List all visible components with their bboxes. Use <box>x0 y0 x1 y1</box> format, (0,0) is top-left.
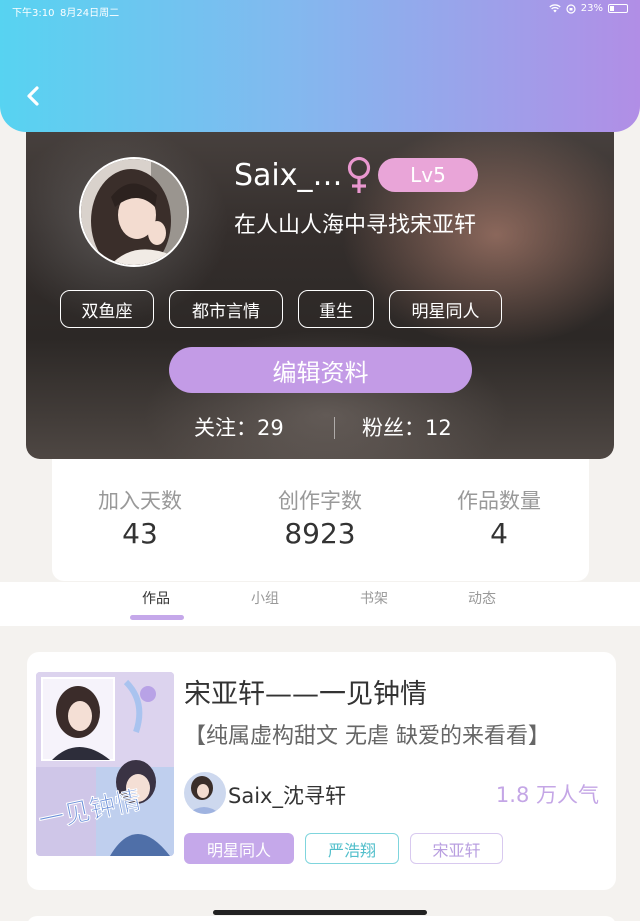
work-card[interactable]: 一见钟情 宋亚轩——一见钟情 【纯属虚构甜文 无虐 缺爱的来看看】 Saix_沈… <box>27 652 616 890</box>
stat-value: 4 <box>490 517 508 550</box>
stat-label: 作品数量 <box>457 489 541 513</box>
status-date: 8月24日周二 <box>60 8 120 19</box>
level-badge: Lv5 <box>378 158 478 192</box>
stat-join-days: 加入天数 43 <box>70 485 210 550</box>
username: Saix_… <box>234 158 343 193</box>
female-icon <box>347 156 371 193</box>
stat-label: 创作字数 <box>278 489 362 513</box>
stat-label: 加入天数 <box>98 489 182 513</box>
stat-value: 43 <box>122 517 158 550</box>
lock-rotation-icon <box>566 3 576 14</box>
profile-tag[interactable]: 重生 <box>298 290 374 328</box>
tab-bookshelf[interactable]: 书架 <box>334 588 414 608</box>
avatar[interactable] <box>79 157 189 267</box>
battery-icon <box>608 4 628 13</box>
signature: 在人山人海中寻找宋亚轩 <box>234 213 477 238</box>
stats-panel: 加入天数 43 创作字数 8923 作品数量 4 <box>52 455 589 581</box>
work-tag[interactable]: 严浩翔 <box>305 833 399 864</box>
profile-tag[interactable]: 都市言情 <box>169 290 283 328</box>
profile-tag[interactable]: 双鱼座 <box>60 290 154 328</box>
status-bar: 下午3:10 8月24日周二 23% <box>0 0 640 20</box>
tab-works[interactable]: 作品 <box>116 588 196 608</box>
status-time: 下午3:10 <box>12 8 55 19</box>
back-arrow-icon[interactable] <box>20 80 48 112</box>
profile-card: Saix_… Lv5 在人山人海中寻找宋亚轩 双鱼座 都市言情 重生 明星同人 … <box>26 115 614 459</box>
top-header: 下午3:10 8月24日周二 23% <box>0 0 640 132</box>
popularity-count: 1.8 万人气 <box>495 783 599 807</box>
tab-active-indicator <box>130 615 184 620</box>
status-right: 23% <box>549 3 628 14</box>
tab-bar: 作品 小组 书架 动态 <box>0 582 640 626</box>
fans-count[interactable]: 粉丝：12 <box>362 412 452 442</box>
following-count[interactable]: 关注：29 <box>194 412 284 442</box>
profile-tag[interactable]: 明星同人 <box>389 290 502 328</box>
home-indicator <box>213 910 427 915</box>
stat-divider <box>334 417 335 439</box>
work-title[interactable]: 宋亚轩——一见钟情 <box>184 672 427 711</box>
wifi-icon <box>549 4 561 13</box>
author-avatar[interactable] <box>184 772 226 814</box>
battery-percent: 23% <box>580 3 603 14</box>
work-description: 【纯属虚构甜文 无虐 缺爱的来看看】 <box>184 724 550 749</box>
next-card-edge <box>27 916 616 921</box>
stat-value: 8923 <box>284 517 356 550</box>
stat-word-count: 创作字数 8923 <box>250 485 390 550</box>
author-name[interactable]: Saix_沈寻轩 <box>228 780 346 810</box>
work-tag[interactable]: 宋亚轩 <box>410 833 503 864</box>
tab-updates[interactable]: 动态 <box>442 588 522 608</box>
tab-groups[interactable]: 小组 <box>225 588 305 608</box>
stat-work-count: 作品数量 4 <box>429 485 569 550</box>
work-cover-image[interactable]: 一见钟情 <box>36 672 174 856</box>
edit-profile-button[interactable]: 编辑资料 <box>169 347 472 393</box>
work-tag[interactable]: 明星同人 <box>184 833 294 864</box>
